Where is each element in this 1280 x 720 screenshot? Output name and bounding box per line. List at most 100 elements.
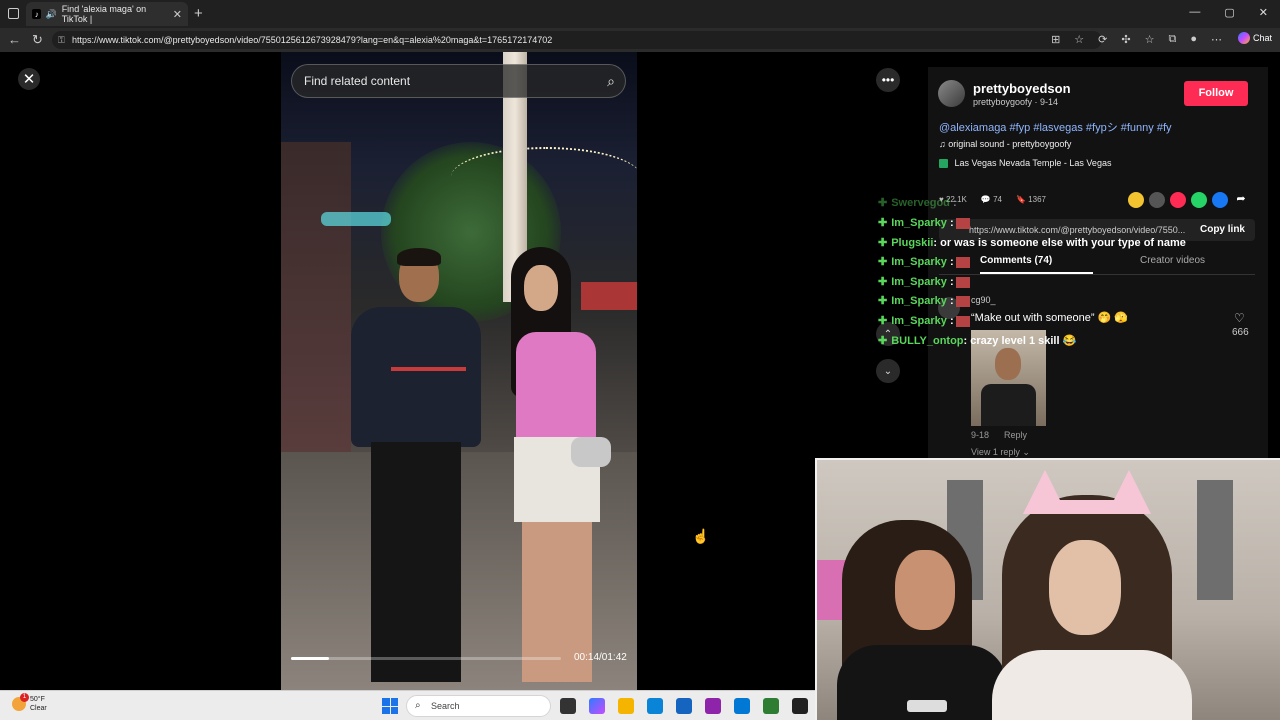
tab-close-icon[interactable]: ✕ bbox=[173, 8, 182, 21]
chat-emote-icon bbox=[955, 217, 970, 229]
taskbar-search[interactable]: ⌕ Search bbox=[406, 695, 551, 717]
post-details-panel: prettyboyedson prettyboygoofy · 9-14 Fol… bbox=[928, 67, 1268, 462]
app-icon[interactable] bbox=[705, 698, 721, 714]
cam-person-right-face bbox=[1049, 540, 1121, 635]
epic-games-icon[interactable] bbox=[792, 698, 808, 714]
bookmark-icon: 🔖 bbox=[1015, 195, 1029, 204]
chat-line: ✚ Im_Sparky : bbox=[878, 275, 970, 288]
search-icon: ⌕ bbox=[415, 700, 421, 711]
embed-icon[interactable] bbox=[1149, 192, 1165, 208]
weather-temp: 50°F bbox=[30, 696, 45, 703]
back-icon[interactable]: ← bbox=[8, 32, 21, 47]
cam-person-left-face bbox=[895, 550, 955, 630]
follow-button[interactable]: Follow bbox=[1184, 81, 1248, 106]
tab-comments[interactable]: Comments (74) bbox=[980, 255, 1093, 274]
creator-username[interactable]: prettyboyedson bbox=[973, 81, 1071, 96]
video-scene-building bbox=[281, 142, 351, 462]
next-video-icon[interactable]: ⌄ bbox=[876, 359, 900, 383]
weather-condition: Clear bbox=[30, 705, 47, 712]
webcam-overlay bbox=[815, 458, 1280, 720]
video-person-man bbox=[351, 248, 481, 682]
cat-ear-right bbox=[1107, 470, 1151, 514]
maximize-icon[interactable]: ▢ bbox=[1224, 6, 1234, 19]
new-tab-button[interactable]: + bbox=[194, 5, 203, 22]
minimize-icon[interactable]: — bbox=[1189, 6, 1200, 19]
comment-reply-button[interactable]: Reply bbox=[1004, 430, 1027, 440]
copy-link-button[interactable]: Copy link bbox=[1200, 219, 1245, 241]
view-replies-button[interactable]: View 1 reply ⌄ bbox=[971, 447, 1030, 458]
speaker-icon[interactable]: 🔊 bbox=[45, 9, 56, 20]
video-player[interactable] bbox=[281, 52, 637, 690]
screen: ♪ 🔊 Find 'alexia maga' on TikTok | ✕ + —… bbox=[0, 0, 1280, 720]
profile-avatar-icon[interactable]: ● bbox=[1190, 33, 1197, 46]
tiktok-favicon-icon: ♪ bbox=[32, 9, 42, 19]
task-view-icon[interactable] bbox=[560, 698, 576, 714]
video-progress-bar[interactable] bbox=[291, 657, 561, 660]
close-viewer-icon[interactable]: ✕ bbox=[18, 68, 40, 90]
cat-ear-left bbox=[1023, 470, 1067, 514]
store-icon[interactable] bbox=[676, 698, 692, 714]
nvidia-icon[interactable] bbox=[763, 698, 779, 714]
start-button[interactable] bbox=[382, 698, 398, 714]
sound-title: original sound - prettyboygoofy bbox=[948, 139, 1072, 149]
copilot-chat-button[interactable]: Chat bbox=[1237, 32, 1272, 44]
search-placeholder: Find related content bbox=[304, 74, 411, 88]
comment-date: 9-18 bbox=[971, 430, 990, 440]
chat-line: ✚ Im_Sparky : bbox=[878, 314, 970, 327]
panel-tabs: Comments (74) Creator videos bbox=[939, 255, 1255, 275]
share-link-text[interactable]: https://www.tiktok.com/@prettyboyedson/v… bbox=[969, 225, 1185, 235]
browser-tabbar: ♪ 🔊 Find 'alexia maga' on TikTok | ✕ + —… bbox=[0, 0, 1280, 28]
toolbar-icons: ⊞ ☆ ⟳ ✣ ☆ ⧉ ● ⋯ bbox=[1051, 33, 1222, 46]
video-person-woman bbox=[486, 247, 616, 687]
chat-label: Chat bbox=[1252, 33, 1272, 43]
favorites-icon[interactable]: ☆ bbox=[1145, 33, 1155, 46]
url-text: https://www.tiktok.com/@prettyboyedson/v… bbox=[72, 35, 553, 45]
location-row[interactable]: Las Vegas Nevada Temple - Las Vegas bbox=[939, 158, 1111, 169]
post-caption[interactable]: @alexiamaga #fyp #lasvegas #fypシ #funny … bbox=[939, 119, 1172, 135]
creator-avatar[interactable] bbox=[938, 80, 965, 107]
edge-icon[interactable] bbox=[647, 698, 663, 714]
comment-text: “Make out with someone” 🤭 🫣 bbox=[971, 312, 1129, 324]
comment-like-icon[interactable]: ♡ bbox=[1234, 311, 1245, 325]
repost-icon[interactable] bbox=[1128, 192, 1144, 208]
tab-title: Find 'alexia maga' on TikTok | bbox=[61, 4, 147, 24]
weather-sun-icon: 1 bbox=[12, 693, 29, 711]
outlook-icon[interactable] bbox=[734, 698, 750, 714]
facebook-icon[interactable] bbox=[1212, 192, 1228, 208]
share-arrow-icon[interactable]: ➦ bbox=[1233, 192, 1249, 208]
tab-actions-icon[interactable] bbox=[8, 8, 19, 19]
search-icon[interactable]: ⌕ bbox=[607, 65, 615, 97]
chat-emote-icon bbox=[955, 315, 970, 327]
site-info-icon[interactable]: ⚿ bbox=[58, 31, 65, 49]
url-field[interactable]: ⚿ https://www.tiktok.com/@prettyboyedson… bbox=[52, 31, 1102, 49]
windows-taskbar: 1 50°F Clear ⌕ Search bbox=[0, 690, 815, 720]
refresh-icon[interactable]: ↻ bbox=[32, 32, 43, 48]
chat-emote-icon bbox=[955, 295, 970, 307]
comment-count[interactable]: 💬 74 bbox=[981, 195, 1002, 204]
save-count[interactable]: 🔖 1367 bbox=[1016, 195, 1046, 204]
chat-line: ✚ Im_Sparky : bbox=[878, 216, 970, 229]
file-explorer-icon[interactable] bbox=[618, 698, 634, 714]
browser-tab[interactable]: ♪ 🔊 Find 'alexia maga' on TikTok | ✕ bbox=[26, 2, 188, 26]
creator-subline: prettyboygoofy · 9-14 bbox=[973, 97, 1059, 107]
cam-phone bbox=[907, 700, 947, 712]
collections-icon[interactable]: ⧉ bbox=[1168, 33, 1176, 46]
send-icon[interactable] bbox=[1170, 192, 1186, 208]
related-search-input[interactable]: Find related content ⌕ bbox=[291, 64, 626, 98]
whatsapp-icon[interactable] bbox=[1191, 192, 1207, 208]
extensions-puzzle-icon[interactable]: ✣ bbox=[1121, 33, 1130, 46]
comment-like-count: 666 bbox=[1232, 327, 1249, 338]
more-options-icon[interactable]: ••• bbox=[876, 68, 900, 92]
copilot-app-icon[interactable] bbox=[589, 698, 605, 714]
close-window-icon[interactable]: ✕ bbox=[1259, 6, 1268, 19]
chat-line: ✚ Plugskii: or was is someone else with y… bbox=[878, 237, 1186, 249]
favorite-star-icon[interactable]: ☆ bbox=[1074, 33, 1084, 46]
video-timecode: 00:14/01:42 bbox=[574, 652, 627, 663]
extension-icon[interactable]: ⟳ bbox=[1098, 33, 1107, 46]
tab-creator-videos[interactable]: Creator videos bbox=[1140, 255, 1205, 266]
more-menu-icon[interactable]: ⋯ bbox=[1211, 33, 1222, 46]
comment-username[interactable]: cg90_ bbox=[971, 295, 996, 305]
weather-widget[interactable]: 1 50°F Clear bbox=[12, 693, 47, 713]
sound-row[interactable]: ♫ original sound - prettyboygoofy bbox=[939, 139, 1071, 149]
app-available-icon[interactable]: ⊞ bbox=[1051, 33, 1060, 46]
